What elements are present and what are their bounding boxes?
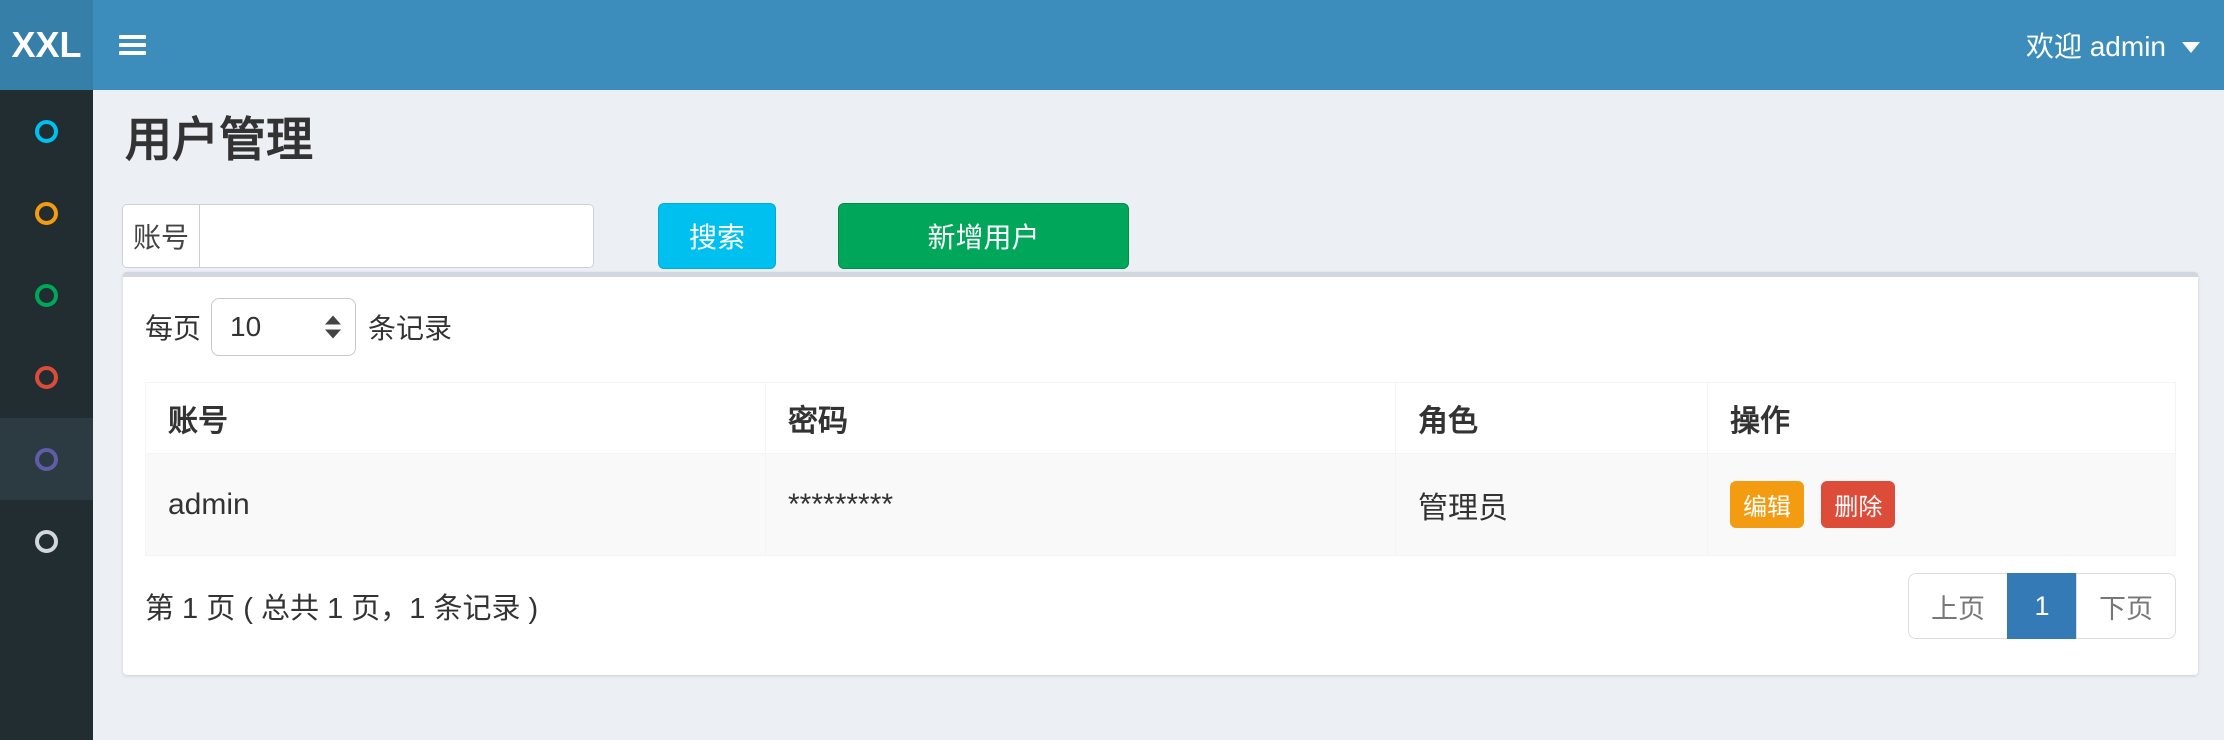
logo[interactable]: XXL	[0, 0, 93, 90]
account-search-input[interactable]	[200, 205, 593, 267]
next-page-button[interactable]: 下页	[2076, 573, 2176, 639]
app-window: XXL 欢迎 admin 用户管理	[0, 0, 2224, 740]
circle-icon	[35, 284, 58, 307]
prev-page-button[interactable]: 上页	[1908, 573, 2008, 639]
sidebar-item-1[interactable]	[0, 90, 93, 172]
edit-button[interactable]: 编辑	[1730, 481, 1804, 528]
user-table-panel: 每页 10 条记录 账号 密码	[123, 272, 2198, 675]
pagination-info: 第 1 页 ( 总共 1 页，1 条记录 )	[145, 585, 538, 627]
pagination-row: 第 1 页 ( 总共 1 页，1 条记录 ) 上页 1 下页	[145, 573, 2176, 639]
circle-icon	[35, 530, 58, 553]
add-user-button[interactable]: 新增用户	[838, 203, 1129, 269]
page-size-select[interactable]: 10	[211, 298, 356, 356]
account-label: 账号	[123, 205, 200, 267]
cell-actions: 编辑 删除	[1708, 454, 2176, 556]
col-header-actions: 操作	[1708, 383, 2176, 454]
cell-role: 管理员	[1396, 454, 1708, 556]
circle-icon	[35, 120, 58, 143]
table-row: admin ********* 管理员 编辑 删除	[146, 454, 2176, 556]
welcome-label: 欢迎 admin	[2026, 25, 2166, 65]
hamburger-menu-icon[interactable]	[119, 25, 159, 65]
page-size-value: 10	[230, 311, 261, 343]
account-search-group: 账号	[122, 204, 594, 268]
sidebar-item-users[interactable]	[0, 418, 93, 500]
col-header-password: 密码	[766, 383, 1396, 454]
sidebar-item-4[interactable]	[0, 336, 93, 418]
main-content: 用户管理 账号 搜索 新增用户 每页 10 条记录	[93, 90, 2224, 740]
select-spinner-icon	[325, 316, 341, 339]
sidebar-nav	[0, 90, 93, 740]
col-header-role: 角色	[1396, 383, 1708, 454]
table-header-row: 账号 密码 角色 操作	[146, 383, 2176, 454]
page-size-prefix: 每页	[145, 307, 201, 347]
page-title: 用户管理	[125, 114, 313, 166]
search-button[interactable]: 搜索	[658, 203, 776, 269]
page-size-suffix: 条记录	[368, 307, 452, 347]
user-menu[interactable]: 欢迎 admin	[2026, 0, 2200, 90]
circle-icon	[35, 448, 58, 471]
page-size-row: 每页 10 条记录	[145, 298, 2198, 356]
cell-password: *********	[766, 454, 1396, 556]
col-header-account: 账号	[146, 383, 766, 454]
sidebar-item-2[interactable]	[0, 172, 93, 254]
circle-icon	[35, 366, 58, 389]
delete-button[interactable]: 删除	[1821, 481, 1895, 528]
page-1-button[interactable]: 1	[2007, 573, 2077, 639]
cell-account: admin	[146, 454, 766, 556]
pagination: 上页 1 下页	[1908, 573, 2176, 639]
user-table: 账号 密码 角色 操作 admin ********* 管理员 编辑 删除	[145, 382, 2176, 556]
top-navbar: XXL 欢迎 admin	[0, 0, 2224, 90]
sidebar-item-3[interactable]	[0, 254, 93, 336]
sidebar-item-6[interactable]	[0, 500, 93, 582]
caret-down-icon	[2182, 42, 2200, 53]
circle-icon	[35, 202, 58, 225]
